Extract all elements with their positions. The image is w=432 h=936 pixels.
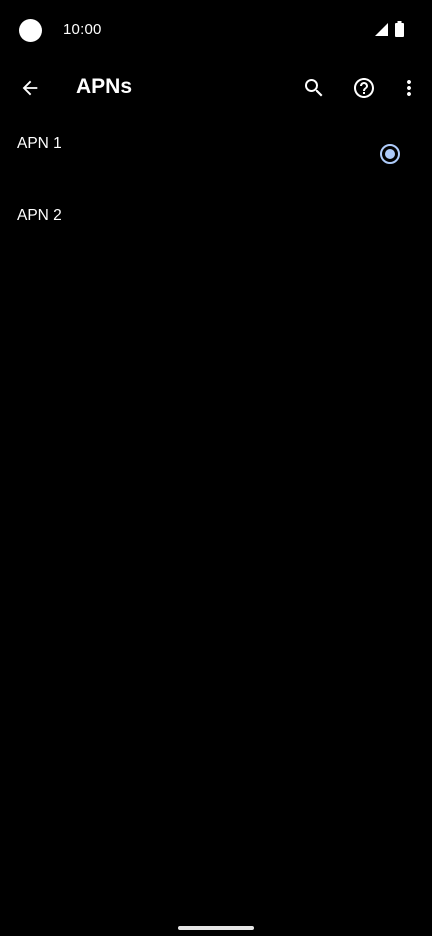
arrow-back-icon: [22, 80, 38, 96]
search-button[interactable]: [294, 68, 334, 108]
apn-settings-screen: 10:00 APNs APN 1 APN 2: [0, 0, 432, 936]
app-bar: APNs: [0, 60, 432, 116]
more-vert-icon: [407, 80, 411, 96]
signal-icon: [375, 23, 388, 36]
battery-icon: [395, 21, 404, 37]
help-button[interactable]: [344, 68, 384, 108]
status-bar: 10:00: [0, 0, 432, 60]
apn-name: APN 1: [17, 135, 62, 152]
apn-name: APN 2: [17, 207, 62, 224]
page-title: APNs: [76, 75, 133, 98]
apn-list-item[interactable]: APN 1: [0, 116, 432, 188]
more-options-button[interactable]: [389, 68, 429, 108]
search-icon: [305, 79, 323, 97]
back-button[interactable]: [10, 68, 50, 108]
apn-list-item[interactable]: APN 2: [0, 188, 432, 260]
gesture-nav-handle[interactable]: [178, 926, 254, 930]
help-icon: [354, 78, 374, 98]
status-time: 10:00: [63, 21, 102, 38]
camera-cutout: [19, 19, 42, 42]
radio-selected-icon[interactable]: [379, 143, 401, 165]
